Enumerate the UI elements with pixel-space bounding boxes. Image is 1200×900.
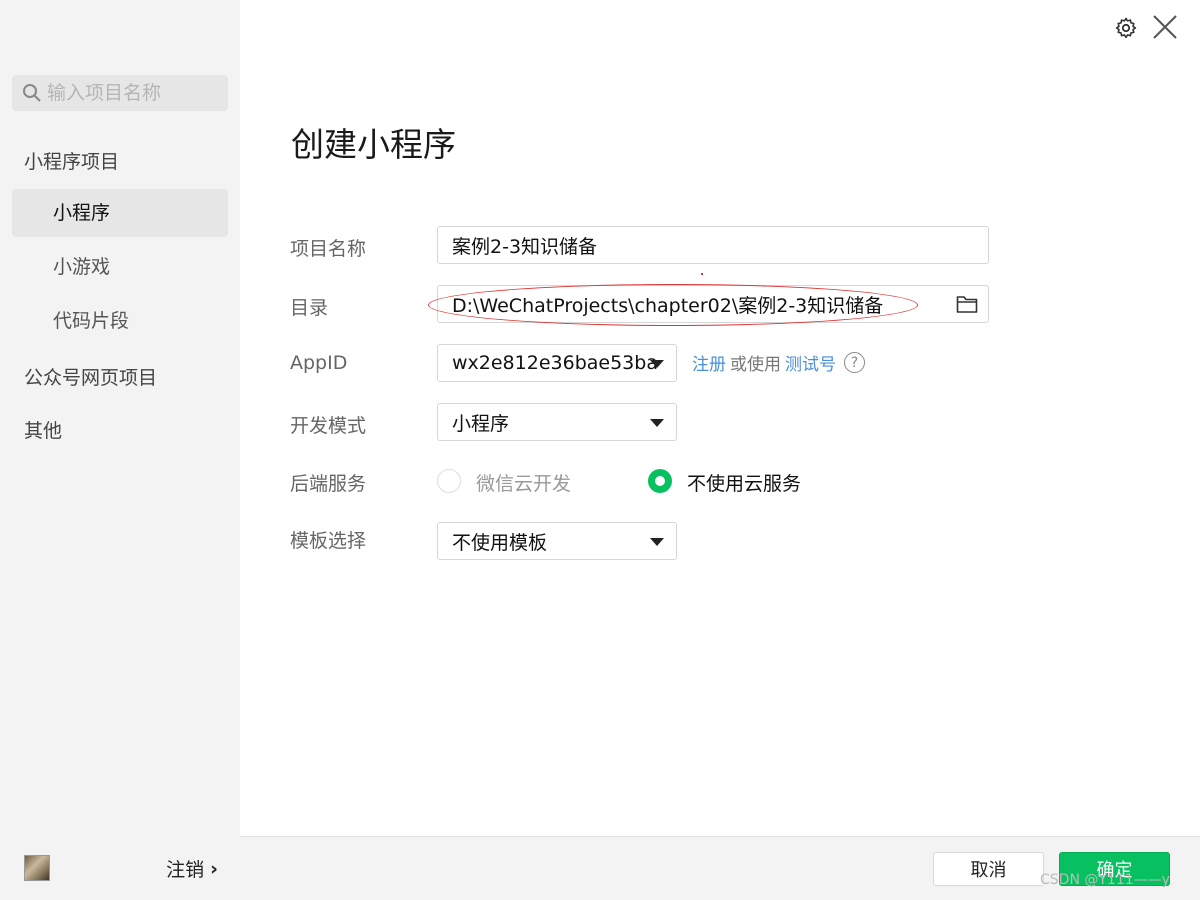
caret-down-icon (650, 360, 664, 368)
gear-icon[interactable] (1114, 16, 1138, 40)
search-icon (23, 84, 41, 102)
backend-label: 后端服务 (290, 473, 367, 495)
register-link[interactable]: 注册 (692, 350, 726, 375)
sidebar-item-miniprogram[interactable]: 小程序 (12, 189, 228, 237)
help-icon[interactable]: ? (844, 352, 865, 373)
nav-group-official-account-web[interactable]: 公众号网页项目 (24, 363, 157, 390)
nav-group-miniprogram-projects[interactable]: 小程序项目 (24, 147, 119, 174)
project-name-label: 项目名称 (290, 238, 367, 260)
test-account-link[interactable]: 测试号 (785, 350, 836, 375)
directory-value: D:\WeChatProjects\chapter02\案例2-3知识储备 (452, 294, 884, 317)
folder-icon[interactable] (956, 294, 978, 314)
watermark: CSDN @Y111——y (1040, 872, 1170, 888)
user-area: 注销 › (24, 855, 224, 881)
appid-select[interactable]: wx2e812e36bae53ba (437, 344, 677, 382)
avatar[interactable] (24, 855, 50, 881)
dev-mode-select[interactable]: 小程序 (437, 403, 677, 441)
appid-value: wx2e812e36bae53ba (452, 352, 658, 374)
template-value: 不使用模板 (452, 531, 548, 554)
project-name-input[interactable]: 案例2-3知识储备 (437, 226, 989, 264)
directory-label: 目录 (290, 297, 329, 319)
nav-group-other[interactable]: 其他 (24, 416, 62, 443)
close-icon[interactable] (1152, 14, 1178, 40)
dev-mode-value: 小程序 (452, 412, 510, 435)
caret-down-icon (650, 419, 664, 427)
radio-wechat-cloud[interactable] (437, 469, 461, 493)
sidebar: 小程序项目 小程序 小游戏 代码片段 公众号网页项目 其他 注销 › (0, 0, 240, 900)
template-label: 模板选择 (290, 530, 367, 552)
appid-label: AppID (290, 352, 348, 374)
appid-links: 注册 或使用 测试号 ? (692, 350, 865, 375)
page-title: 创建小程序 (291, 125, 456, 164)
logout-label: 注销 (166, 859, 205, 881)
directory-input[interactable]: D:\WeChatProjects\chapter02\案例2-3知识储备 (437, 285, 989, 323)
dev-mode-label: 开发模式 (290, 415, 367, 437)
or-use-text: 或使用 (730, 355, 781, 375)
cancel-button[interactable]: 取消 (933, 852, 1044, 886)
caret-down-icon (650, 538, 664, 546)
annotation-dot (701, 273, 703, 275)
footer-bar (240, 836, 1200, 900)
search-input[interactable] (47, 82, 217, 104)
sidebar-item-code-snippet[interactable]: 代码片段 (12, 297, 228, 345)
radio-no-cloud-label[interactable]: 不使用云服务 (687, 469, 801, 496)
chevron-right-icon: › (210, 857, 218, 880)
radio-no-cloud[interactable] (648, 469, 672, 493)
search-box[interactable] (12, 75, 228, 111)
logout-button[interactable]: 注销 › (166, 855, 218, 882)
project-name-value: 案例2-3知识储备 (452, 235, 598, 258)
template-select[interactable]: 不使用模板 (437, 522, 677, 560)
sidebar-item-minigame[interactable]: 小游戏 (12, 243, 228, 291)
radio-wechat-cloud-label[interactable]: 微信云开发 (476, 469, 571, 496)
